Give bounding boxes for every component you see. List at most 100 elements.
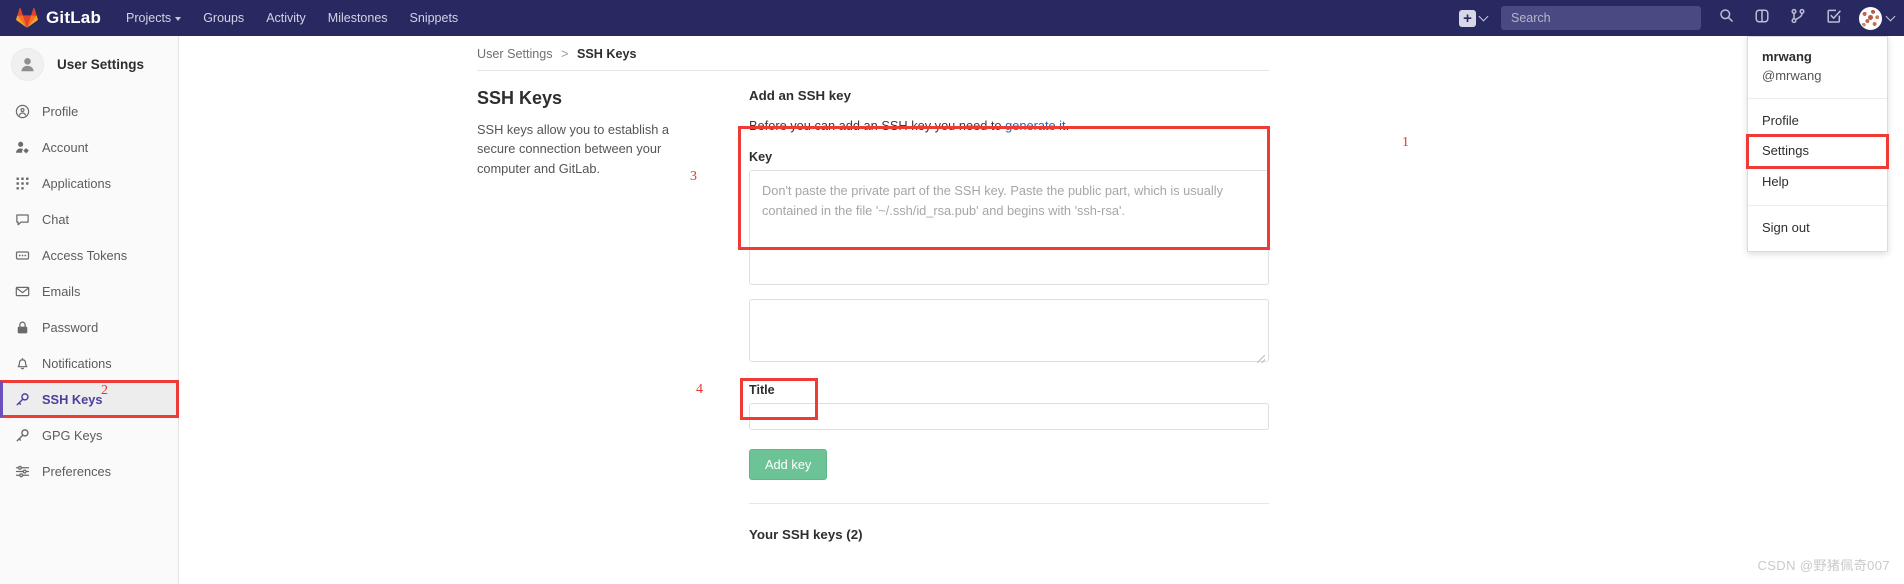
chevron-down-icon (1479, 11, 1489, 21)
form-title: Add an SSH key (749, 88, 1269, 103)
breadcrumb-separator: > (561, 47, 568, 61)
ssh-key-secondary-textarea[interactable] (749, 299, 1269, 362)
ssh-key-title-input[interactable] (749, 403, 1269, 430)
sidebar-item-emails-label: Emails (42, 284, 80, 299)
sidebar-item-password-label: Password (42, 320, 98, 335)
your-ssh-keys-title: Your SSH keys (2) (749, 527, 1269, 542)
form-note-suffix: . (1066, 118, 1070, 133)
generate-it-link[interactable]: generate it (1005, 118, 1065, 133)
gitlab-fox-logo-icon (16, 7, 38, 29)
envelope-icon (14, 283, 30, 299)
breadcrumb: User Settings > SSH Keys (477, 47, 636, 61)
sidebar-item-applications[interactable]: Applications (0, 165, 178, 201)
sidebar-item-access-tokens[interactable]: Access Tokens (0, 237, 178, 273)
breadcrumb-current: SSH Keys (577, 47, 637, 61)
avatar (1859, 7, 1882, 30)
user-settings-sidebar: User Settings Profile Account (0, 36, 179, 584)
plus-icon: + (1459, 10, 1476, 27)
nav-link-snippets-label: Snippets (410, 11, 459, 25)
form-divider (749, 503, 1269, 504)
nav-links: Projects Groups Activity Milestones Snip… (115, 0, 469, 36)
sidebar-item-notifications[interactable]: Notifications (0, 345, 178, 381)
nav-link-projects[interactable]: Projects (115, 0, 192, 36)
user-dropdown-header: mrwang @mrwang (1748, 37, 1887, 99)
key-field-label: Key (749, 150, 1269, 164)
user-handle: @mrwang (1762, 67, 1873, 86)
annotation-number-3: 3 (690, 169, 697, 185)
nav-link-activity[interactable]: Activity (255, 0, 317, 36)
breadcrumb-parent[interactable]: User Settings (477, 47, 553, 61)
ssh-keys-intro-column: SSH Keys SSH keys allow you to establish… (477, 88, 709, 178)
chevron-down-icon (1886, 11, 1896, 21)
search-icon-button[interactable] (1709, 0, 1743, 36)
add-key-button[interactable]: Add key (749, 449, 827, 480)
sidebar-avatar (11, 48, 44, 81)
sidebar-item-applications-label: Applications (42, 176, 111, 191)
sidebar-item-ssh-keys[interactable]: SSH Keys (0, 381, 178, 417)
key-icon (14, 427, 30, 443)
merge-requests-icon (1790, 8, 1806, 29)
merge-requests-button[interactable] (1781, 0, 1815, 36)
sidebar-item-chat[interactable]: Chat (0, 201, 178, 237)
lock-icon (14, 319, 30, 335)
form-note-prefix: Before you can add an SSH key you need t… (749, 118, 1005, 133)
dropdown-item-profile[interactable]: Profile (1748, 106, 1887, 137)
account-gear-icon (14, 139, 30, 155)
sidebar-item-account[interactable]: Account (0, 129, 178, 165)
todos-button[interactable] (1817, 0, 1851, 36)
dropdown-item-help[interactable]: Help (1748, 167, 1887, 198)
new-item-button[interactable]: + (1453, 0, 1493, 36)
sidebar-item-chat-label: Chat (42, 212, 69, 227)
search-input[interactable] (1501, 6, 1701, 30)
sidebar-item-ssh-keys-label: SSH Keys (42, 392, 102, 407)
sidebar-item-gpg-keys-label: GPG Keys (42, 428, 102, 443)
token-icon (14, 247, 30, 263)
dropdown-item-sign-out[interactable]: Sign out (1748, 213, 1887, 244)
sidebar-item-access-tokens-label: Access Tokens (42, 248, 127, 263)
chevron-down-icon (175, 17, 181, 21)
todos-check-icon (1826, 8, 1842, 29)
sidebar-item-profile[interactable]: Profile (0, 93, 178, 129)
nav-link-milestones[interactable]: Milestones (317, 0, 399, 36)
sliders-icon (14, 463, 30, 479)
sidebar-item-preferences[interactable]: Preferences (0, 453, 178, 489)
sidebar-item-preferences-label: Preferences (42, 464, 111, 479)
navbar-right-cluster: + (1453, 0, 1904, 36)
annotation-number-4: 4 (696, 382, 703, 398)
breadcrumb-divider (477, 70, 1269, 71)
nav-link-groups[interactable]: Groups (192, 0, 255, 36)
annotation-number-2: 2 (101, 383, 108, 399)
sidebar-item-password[interactable]: Password (0, 309, 178, 345)
sidebar-item-gpg-keys[interactable]: GPG Keys (0, 417, 178, 453)
textarea-resize-grip[interactable] (1257, 355, 1265, 363)
nav-link-activity-label: Activity (266, 11, 306, 25)
add-ssh-key-form: Add an SSH key Before you can add an SSH… (749, 88, 1269, 542)
gitlab-logo[interactable]: GitLab (0, 0, 115, 36)
key-icon (14, 391, 30, 407)
user-dropdown-signout-group: Sign out (1748, 206, 1887, 251)
apps-grid-icon (14, 175, 30, 191)
sidebar-item-profile-label: Profile (42, 104, 78, 119)
search-icon (1719, 8, 1734, 28)
issues-icon (1754, 8, 1770, 29)
user-dropdown-links: Profile Settings Help (1748, 99, 1887, 206)
user-dropdown-menu: mrwang @mrwang Profile Settings Help Sig… (1747, 36, 1888, 252)
sidebar-item-emails[interactable]: Emails (0, 273, 178, 309)
page-title: SSH Keys (477, 88, 709, 109)
watermark: CSDN @野猪佩奇007 (1757, 555, 1890, 574)
nav-link-groups-label: Groups (203, 11, 244, 25)
nav-link-snippets[interactable]: Snippets (399, 0, 470, 36)
chat-bubble-icon (14, 211, 30, 227)
dropdown-item-settings[interactable]: Settings (1748, 136, 1887, 167)
nav-link-milestones-label: Milestones (328, 11, 388, 25)
annotation-number-1: 1 (1402, 135, 1409, 151)
issues-button[interactable] (1745, 0, 1779, 36)
page-description: SSH keys allow you to establish a secure… (477, 120, 709, 178)
sidebar-header: User Settings (0, 36, 178, 93)
user-menu-button[interactable] (1853, 0, 1894, 36)
ssh-key-textarea[interactable] (749, 170, 1269, 285)
bell-icon (14, 355, 30, 371)
sidebar-title: User Settings (57, 57, 144, 72)
gitlab-ssh-keys-page: GitLab Projects Groups Activity Mileston… (0, 0, 1904, 584)
nav-link-projects-label: Projects (126, 11, 171, 25)
